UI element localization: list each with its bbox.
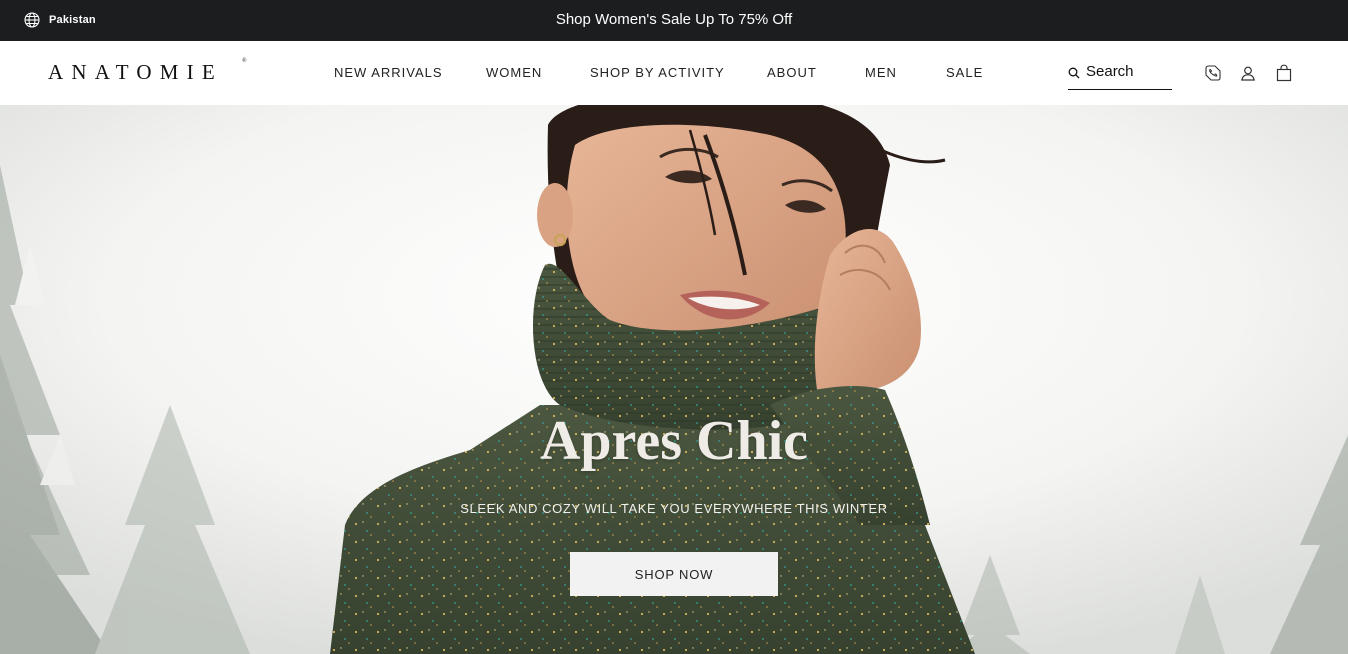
hero-subtitle: SLEEK AND COZY WILL TAKE YOU EVERYWHERE …	[460, 501, 888, 516]
user-icon[interactable]	[1238, 63, 1258, 83]
search-input[interactable]: Search	[1068, 61, 1172, 90]
site-header: ANATOMIE ® NEW ARRIVALS WOMEN SHOP BY AC…	[0, 41, 1348, 105]
nav-new-arrivals[interactable]: NEW ARRIVALS	[334, 65, 443, 80]
logo[interactable]: ANATOMIE ®	[48, 58, 247, 85]
promo-link[interactable]: Shop Women's Sale Up To 75% Off	[0, 11, 1348, 28]
logo-registered-mark: ®	[242, 58, 247, 64]
announcement-bar: Pakistan Shop Women's Sale Up To 75% Off	[0, 0, 1348, 41]
nav-women[interactable]: WOMEN	[486, 65, 542, 80]
nav-about[interactable]: ABOUT	[767, 65, 817, 80]
bag-icon[interactable]	[1274, 63, 1294, 83]
nav-men[interactable]: MEN	[865, 65, 897, 80]
chat-icon[interactable]	[1203, 63, 1223, 83]
logo-text: ANATOMIE	[48, 60, 223, 84]
search-icon	[1068, 61, 1080, 84]
shop-now-button[interactable]: SHOP NOW	[570, 552, 778, 596]
hero-title: Apres Chic	[539, 410, 809, 472]
search-label: Search	[1086, 63, 1134, 80]
hero-banner: Apres Chic SLEEK AND COZY WILL TAKE YOU …	[0, 105, 1348, 654]
nav-shop-by-activity[interactable]: SHOP BY ACTIVITY	[590, 65, 725, 80]
nav-sale[interactable]: SALE	[946, 65, 983, 80]
